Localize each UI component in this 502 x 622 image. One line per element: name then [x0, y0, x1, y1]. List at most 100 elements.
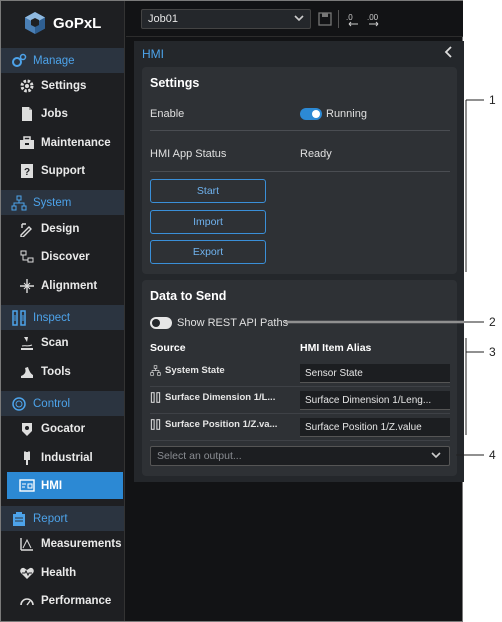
- help-book-icon: ?: [21, 164, 33, 178]
- output-select[interactable]: Select an output...: [150, 446, 450, 466]
- section-label: System: [33, 196, 72, 209]
- settings-card: Settings Enable Running HMI App Status R…: [142, 67, 457, 274]
- alias-column-header: HMI Item Alias: [300, 342, 372, 354]
- document-icon: [22, 107, 32, 121]
- sidebar-item-jobs[interactable]: Jobs: [1, 102, 124, 126]
- sidebar-item-label: Alignment: [41, 280, 98, 292]
- alignment-icon: [20, 279, 34, 293]
- sidebar-section-inspect[interactable]: Inspect: [1, 305, 124, 330]
- sidebar-item-discover[interactable]: Discover: [1, 245, 124, 269]
- sidebar-item-hmi[interactable]: HMI: [7, 472, 123, 499]
- toggle-knob: [152, 319, 160, 327]
- job-select[interactable]: Job01: [141, 9, 311, 29]
- decimal-decrease-icon[interactable]: .0: [345, 11, 361, 27]
- section-label: Inspect: [33, 311, 71, 324]
- sidebar-item-tools[interactable]: Tools: [1, 360, 124, 384]
- callout-3: 3: [489, 345, 496, 359]
- sidebar-item-gocator[interactable]: Gocator: [1, 417, 124, 441]
- running-label: Running: [326, 108, 367, 120]
- sidebar-item-maintenance[interactable]: Maintenance: [1, 131, 124, 155]
- row-divider: [150, 413, 450, 414]
- sidebar-section-system[interactable]: System: [1, 190, 124, 215]
- section-label: Manage: [33, 54, 75, 67]
- clipboard-icon: [13, 511, 25, 526]
- hmi-panel: HMI Settings Enable Running HMI App Stat…: [134, 41, 464, 482]
- alias-input[interactable]: Surface Position 1/Z.value: [300, 418, 450, 437]
- start-button[interactable]: Start: [150, 179, 266, 203]
- gauge-icon: [20, 598, 34, 606]
- app-name: GoPxL: [53, 14, 102, 32]
- sidebar-item-label: Design: [41, 223, 80, 235]
- callout-1: 1: [489, 93, 496, 107]
- show-paths-toggle[interactable]: [150, 317, 172, 329]
- show-paths-label: Show REST API Paths: [177, 317, 289, 329]
- svg-text:?: ?: [24, 167, 30, 178]
- hmi-icon: [19, 478, 35, 492]
- sidebar-item-label: Industrial: [41, 452, 93, 464]
- alias-input[interactable]: Sensor State: [300, 364, 450, 383]
- status-value: Ready: [300, 148, 332, 160]
- sidebar-item-alignment[interactable]: Alignment: [1, 274, 124, 298]
- job-select-value: Job01: [148, 13, 178, 25]
- alias-input[interactable]: Surface Dimension 1/Leng...: [300, 391, 450, 410]
- row-divider: [150, 386, 450, 387]
- chevron-left-icon[interactable]: [444, 46, 454, 58]
- gear-icon: [20, 79, 34, 93]
- sidebar-item-label: Health: [41, 567, 77, 579]
- sidebar-item-settings[interactable]: Settings: [1, 74, 124, 98]
- chevron-down-icon: [294, 15, 304, 22]
- table-row-source: Surface Position 1/Z.va...: [150, 419, 277, 430]
- settings-title: Settings: [150, 76, 200, 90]
- chevron-down-icon: [431, 452, 441, 459]
- svg-text:.00: .00: [367, 13, 379, 22]
- row-divider: [150, 440, 450, 441]
- sidebar-item-design[interactable]: Design: [1, 217, 124, 241]
- sidebar-item-industrial[interactable]: Industrial: [1, 446, 124, 470]
- enable-toggle[interactable]: [300, 108, 322, 120]
- export-button[interactable]: Export: [150, 240, 266, 264]
- discover-icon: [20, 250, 34, 263]
- toggle-knob: [312, 110, 320, 118]
- section-label: Control: [33, 397, 71, 410]
- save-icon[interactable]: [317, 11, 333, 27]
- sidebar-item-performance[interactable]: Performance: [1, 589, 124, 613]
- callout-2: 2: [489, 315, 496, 329]
- sidebar-section-control[interactable]: Control: [1, 391, 124, 416]
- sidebar-item-label: HMI: [41, 479, 63, 492]
- sidebar-item-label: Scan: [41, 337, 69, 349]
- source-label: Surface Dimension 1/L...: [165, 392, 276, 403]
- decimal-increase-icon[interactable]: .00: [366, 11, 382, 27]
- source-column-header: Source: [150, 342, 186, 354]
- design-icon: [20, 223, 32, 237]
- divider: [150, 130, 450, 131]
- sidebar-item-measurements[interactable]: Measurements: [1, 532, 124, 556]
- sidebar-item-scan[interactable]: Scan: [1, 331, 124, 355]
- gears-icon: [12, 53, 27, 67]
- status-label: HMI App Status: [150, 148, 227, 160]
- network-icon: [11, 195, 27, 210]
- scan-icon: [21, 337, 33, 350]
- sidebar-item-label: Gocator: [41, 423, 86, 435]
- sidebar-item-label: Jobs: [41, 108, 68, 120]
- divider: [150, 171, 450, 172]
- section-label: Report: [33, 512, 68, 525]
- top-bar: Job01 .0 .00: [126, 1, 463, 37]
- sidebar-item-support[interactable]: ? Support: [1, 159, 124, 183]
- data-to-send-card: Data to Send Show REST API Paths Source …: [142, 280, 457, 476]
- source-label: System State: [165, 365, 225, 376]
- panel-title: HMI: [142, 47, 164, 61]
- enable-label: Enable: [150, 108, 185, 120]
- sidebar-section-report[interactable]: Report: [1, 506, 124, 531]
- sensor-icon: [150, 419, 161, 430]
- app-logo: GoPxL: [23, 9, 101, 37]
- sidebar-item-label: Support: [41, 165, 86, 177]
- source-label: Surface Position 1/Z.va...: [165, 419, 278, 430]
- sidebar-item-health[interactable]: Health: [1, 561, 124, 585]
- network-icon: [150, 365, 161, 376]
- heart-icon: [20, 567, 34, 579]
- sidebar-section-manage[interactable]: Manage: [1, 48, 124, 73]
- tools-icon: [21, 367, 33, 378]
- control-icon: [12, 396, 26, 411]
- import-button[interactable]: Import: [150, 210, 266, 234]
- table-row-source: Surface Dimension 1/L...: [150, 392, 275, 403]
